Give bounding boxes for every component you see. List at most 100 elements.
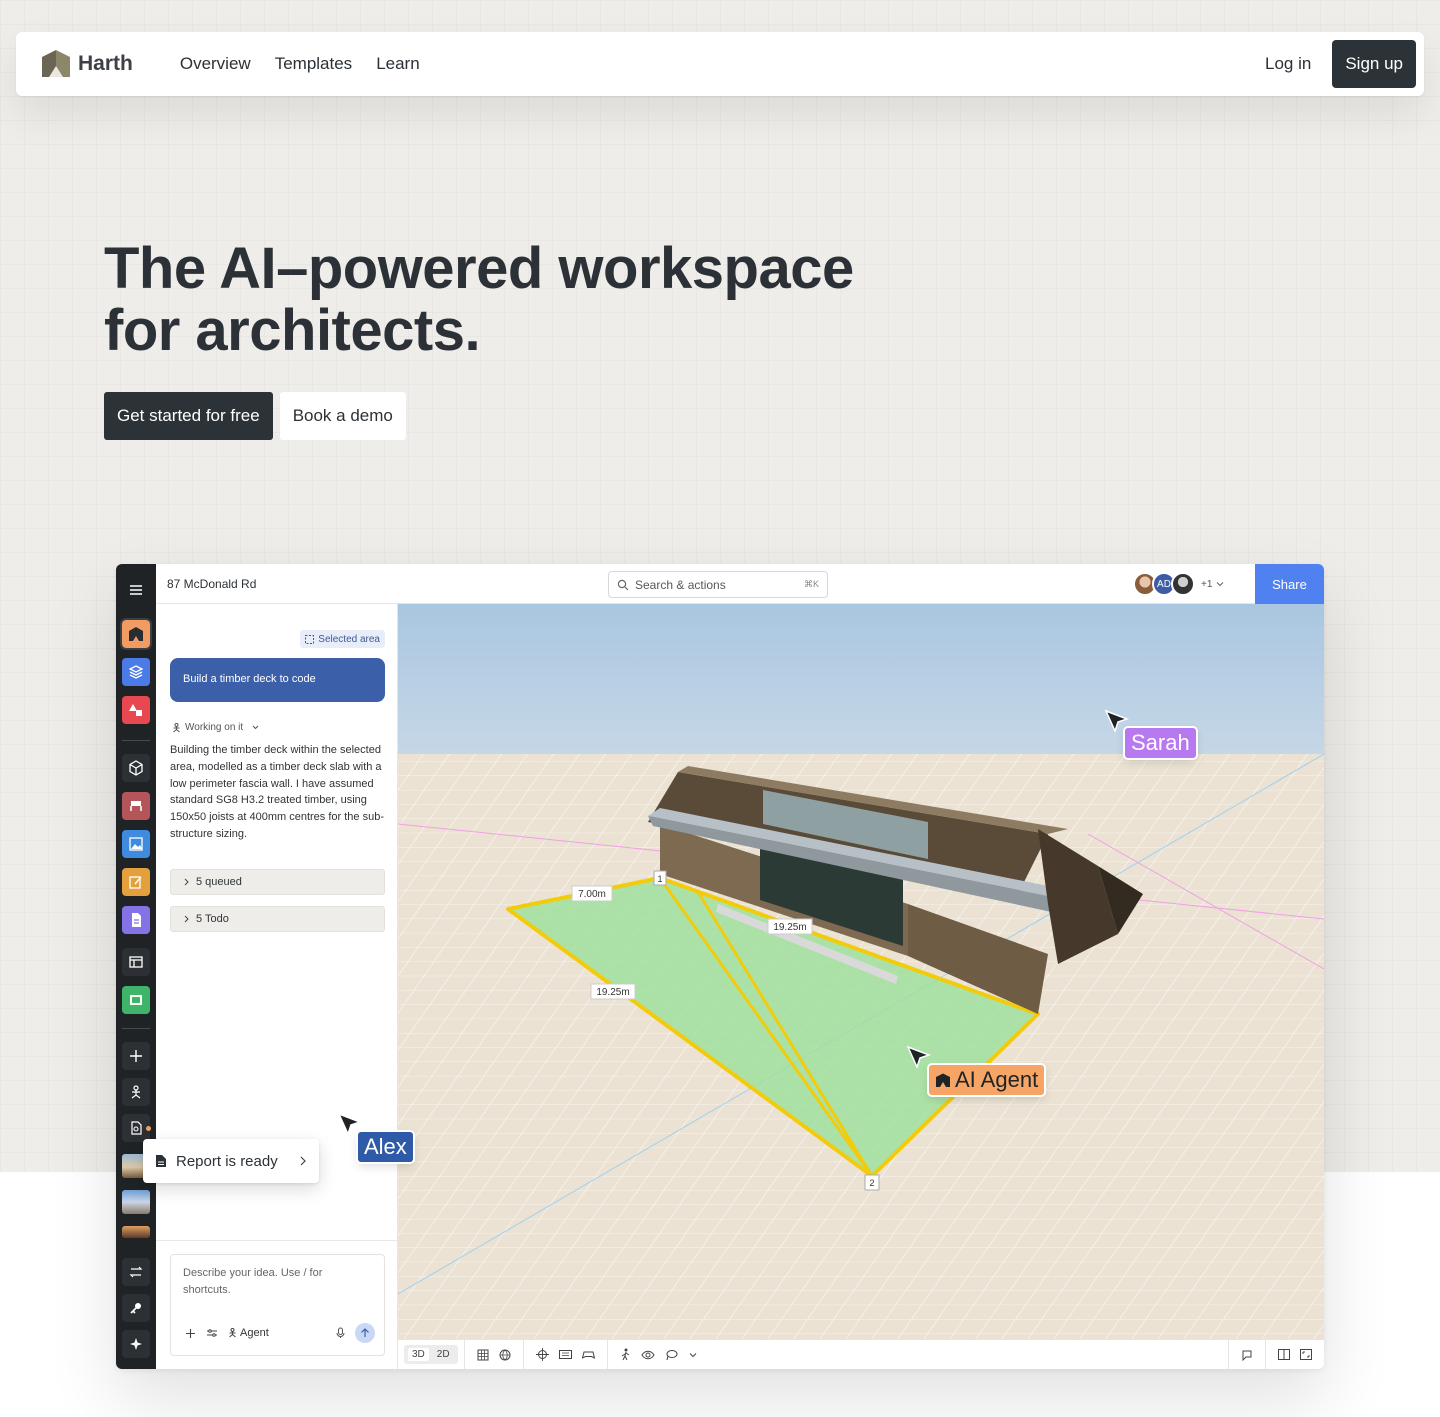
add-icon[interactable] [122, 1042, 150, 1070]
furniture-icon[interactable] [122, 792, 150, 820]
ai-agent-name: AI Agent [955, 1067, 1039, 1092]
collaborator-avatars[interactable]: AD +1 [1133, 572, 1225, 596]
layers-icon[interactable] [122, 658, 150, 686]
search-placeholder: Search & actions [635, 577, 726, 592]
eye-icon[interactable] [641, 1350, 655, 1360]
search-shortcut: ⌘K [803, 579, 819, 589]
comment-icon[interactable] [1241, 1349, 1253, 1361]
prompt-toolbar: Agent [185, 1323, 375, 1343]
presentation-icon[interactable] [122, 986, 150, 1014]
orbit-icon[interactable] [535, 1348, 549, 1361]
hero-title-line-2: for architects. [104, 298, 481, 363]
agent-status-label: Working on it [185, 722, 244, 733]
panel-divider [156, 1240, 398, 1241]
table-icon[interactable] [122, 948, 150, 976]
agent-icon[interactable] [122, 1078, 150, 1106]
queued-label: 5 queued [196, 876, 242, 888]
report-ready-toast[interactable]: Report is ready [143, 1139, 319, 1183]
chevron-right-icon [184, 915, 189, 923]
agent-status[interactable]: Working on it [172, 722, 260, 733]
prompt-box: Agent [170, 1254, 385, 1356]
share-button[interactable]: Share [1255, 564, 1324, 604]
chevron-down-icon [1217, 582, 1224, 587]
search-input[interactable]: Search & actions ⌘K [608, 571, 828, 598]
app-topbar: 87 McDonald Rd Search & actions ⌘K AD +1… [156, 564, 1324, 604]
agent-icon [229, 1328, 236, 1338]
vertex-marker[interactable]: 1 [653, 870, 667, 886]
split-view-icon[interactable] [1278, 1349, 1290, 1360]
edit-note-icon[interactable] [122, 868, 150, 896]
chevron-right-icon [184, 878, 189, 886]
model-icon[interactable] [120, 618, 152, 650]
image-icon[interactable] [122, 830, 150, 858]
nav-link-overview[interactable]: Overview [180, 54, 251, 74]
top-navigation: Harth Overview Templates Learn Log in Si… [16, 32, 1424, 96]
render-thumbnail[interactable] [122, 1190, 150, 1214]
dimension-label: 7.00m [571, 885, 613, 902]
document-icon[interactable] [122, 906, 150, 934]
grid-icon[interactable] [477, 1349, 489, 1361]
nav-link-templates[interactable]: Templates [275, 54, 352, 74]
walk-icon[interactable] [620, 1348, 631, 1361]
dimension-label: 19.25m [767, 918, 813, 935]
selected-area-chip[interactable]: Selected area [300, 630, 385, 648]
brand-logo[interactable]: Harth [40, 49, 133, 79]
document-icon [156, 1155, 166, 1167]
hero-cta-row: Get started for free Book a demo [104, 392, 406, 440]
mode-label: Agent [240, 1327, 269, 1339]
nav-links: Overview Templates Learn [180, 54, 420, 74]
fullscreen-icon[interactable] [1300, 1349, 1312, 1360]
globe-icon[interactable] [499, 1349, 511, 1361]
chevron-right-icon [300, 1156, 306, 1166]
get-started-button[interactable]: Get started for free [104, 392, 273, 440]
todo-tasks[interactable]: 5 Todo [170, 906, 385, 932]
sparkle-icon[interactable] [122, 1330, 150, 1358]
nav-link-learn[interactable]: Learn [376, 54, 419, 74]
signup-button[interactable]: Sign up [1332, 40, 1416, 88]
viewport-toolbar: 3D 2D [398, 1339, 1324, 1369]
view-2d-button[interactable]: 2D [433, 1348, 454, 1361]
queued-tasks[interactable]: 5 queued [170, 869, 385, 895]
keyboard-icon[interactable] [558, 1349, 572, 1360]
more-collaborators: +1 [1201, 578, 1213, 590]
swap-icon[interactable] [122, 1258, 150, 1286]
svg-text:7.00m: 7.00m [578, 889, 606, 900]
add-icon[interactable] [185, 1328, 196, 1339]
shapes-icon[interactable] [122, 696, 150, 724]
selection-icon [305, 634, 315, 644]
mode-selector[interactable]: Agent [228, 1327, 269, 1339]
selected-area-label: Selected area [318, 633, 380, 645]
logo-icon [42, 50, 70, 77]
sliders-icon[interactable] [206, 1328, 218, 1338]
hero-title-line-1: The AI–powered workspace [104, 236, 854, 301]
todo-label: 5 Todo [196, 913, 229, 925]
chevron-down-icon[interactable] [688, 1350, 698, 1360]
menu-icon[interactable] [122, 576, 150, 604]
key-icon[interactable] [122, 1294, 150, 1322]
send-button[interactable] [355, 1323, 375, 1343]
avatar [1171, 572, 1195, 596]
login-link[interactable]: Log in [1265, 54, 1311, 74]
lasso-icon[interactable] [665, 1349, 678, 1361]
3d-viewport[interactable]: 7.00m 19.25m 19.25m 1 2 [398, 604, 1324, 1339]
scene: 7.00m 19.25m 19.25m 1 2 [398, 604, 1324, 1339]
agent-panel: Selected area Build a timber deck to cod… [156, 604, 398, 1369]
prompt-input[interactable] [183, 1265, 373, 1305]
dimension-label: 19.25m [590, 983, 636, 1000]
svg-text:2: 2 [869, 1178, 874, 1188]
alex-cursor-label: Alex [358, 1132, 413, 1162]
render-thumbnail[interactable] [122, 1226, 150, 1238]
view-3d-button[interactable]: 3D [408, 1348, 429, 1361]
logo-icon [936, 1073, 950, 1087]
display-tools [465, 1339, 524, 1369]
arrow-up-icon [361, 1328, 369, 1337]
book-demo-button[interactable]: Book a demo [279, 392, 406, 440]
comment-tools [1228, 1339, 1266, 1369]
user-message: Build a timber deck to code [170, 658, 385, 702]
microphone-icon[interactable] [336, 1327, 345, 1339]
cube-icon[interactable] [122, 754, 150, 782]
app-window: 87 McDonald Rd Search & actions ⌘K AD +1… [116, 564, 1324, 1369]
notification-dot [146, 1126, 151, 1131]
vertex-marker[interactable]: 2 [864, 1174, 880, 1191]
gamepad-icon[interactable] [581, 1349, 595, 1360]
